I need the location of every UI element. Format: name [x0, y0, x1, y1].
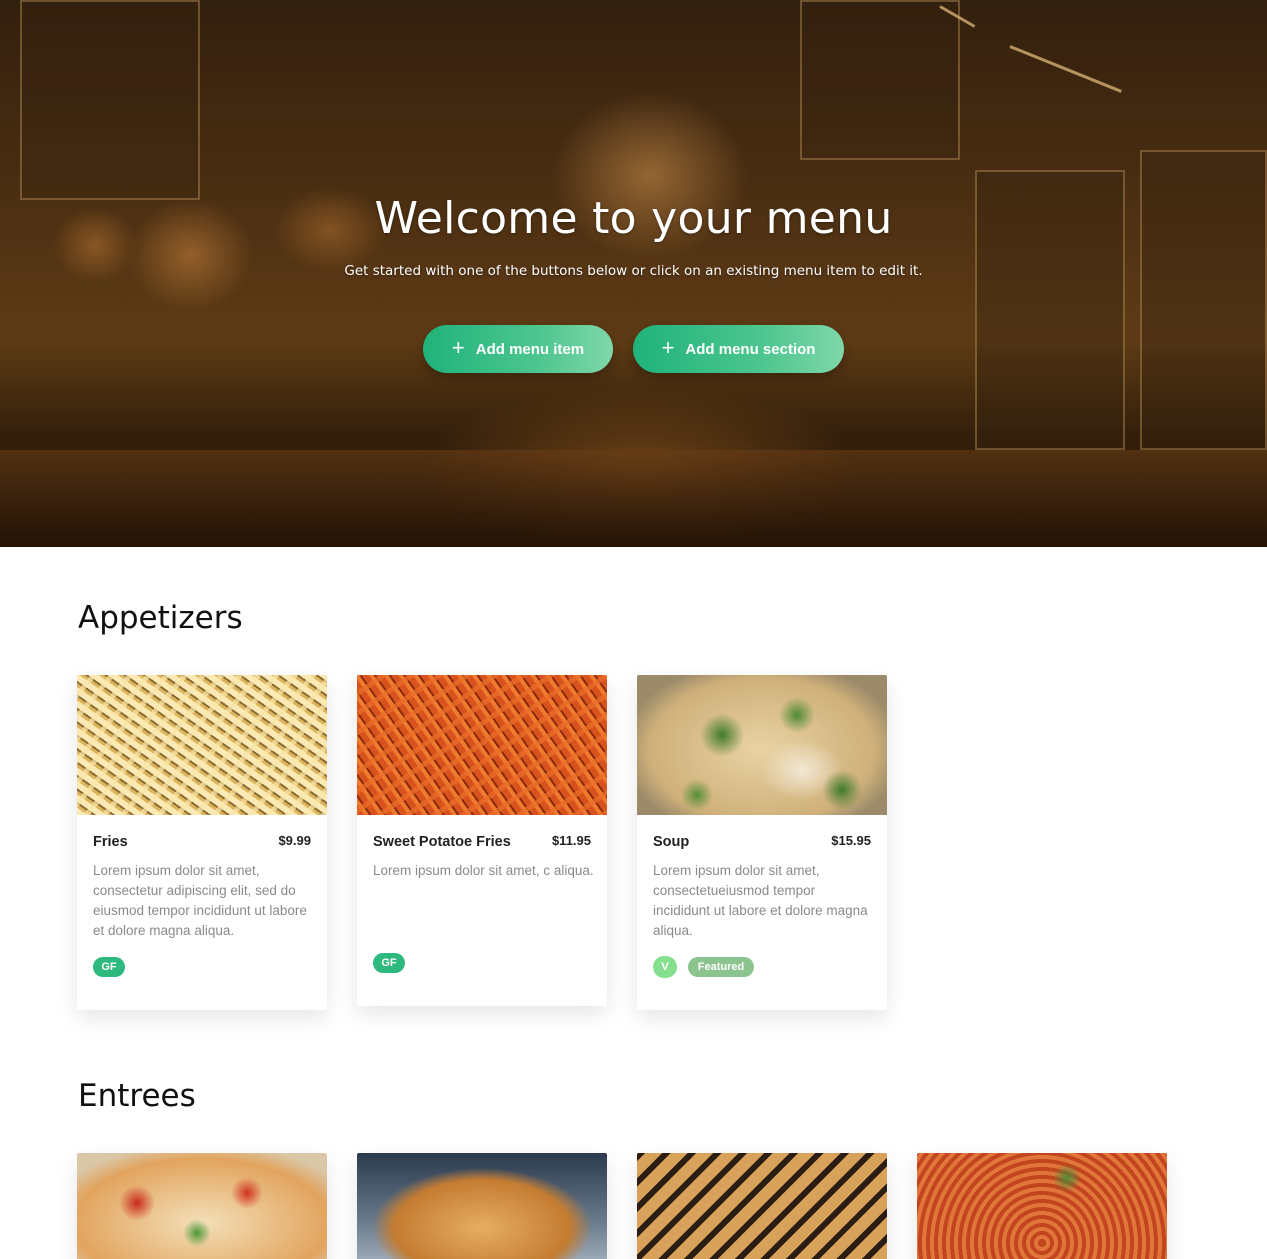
menu-item-image — [77, 675, 327, 815]
menu-item-description: Lorem ipsum dolor sit amet, consectetuei… — [653, 863, 868, 938]
tag-gluten-free: GF — [373, 953, 405, 973]
menu-item-image — [357, 1153, 607, 1259]
tag-vegetarian: V — [653, 956, 677, 978]
add-menu-section-label: Add menu section — [685, 340, 816, 358]
menu-item-price: $15.95 — [831, 833, 871, 848]
menu-item-name: Soup — [653, 834, 690, 850]
menu-item-card-fries[interactable]: Fries $9.99 Lorem ipsum dolor sit amet, … — [77, 675, 327, 1010]
menu-item-card-entree[interactable] — [917, 1153, 1167, 1259]
menu-item-card-entree[interactable] — [77, 1153, 327, 1259]
menu-item-name: Sweet Potatoe Fries — [373, 834, 511, 850]
menu-item-price: $9.99 — [278, 833, 311, 848]
menu-item-image — [77, 1153, 327, 1259]
menu-item-name: Fries — [93, 834, 128, 850]
menu-item-description: Lorem ipsum dolor sit amet, consectetur … — [93, 863, 307, 938]
menu-item-card-entree[interactable] — [637, 1153, 887, 1259]
menu-item-image — [637, 1153, 887, 1259]
hero-banner: Welcome to your menu Get started with on… — [0, 0, 1267, 547]
plus-icon: + — [451, 335, 465, 360]
plus-icon: + — [661, 335, 675, 360]
add-menu-section-button[interactable]: + Add menu section — [633, 325, 844, 373]
menu-item-image — [917, 1153, 1167, 1259]
menu-item-image — [637, 675, 887, 815]
hero-subtitle: Get started with one of the buttons belo… — [344, 263, 923, 279]
menu-item-image — [357, 675, 607, 815]
section-title-entrees: Entrees — [78, 1078, 196, 1114]
tag-gluten-free: GF — [93, 957, 125, 977]
menu-item-card-soup[interactable]: Soup $15.95 Lorem ipsum dolor sit amet, … — [637, 675, 887, 1010]
menu-item-card-sweet-potatoe-fries[interactable]: Sweet Potatoe Fries $11.95 Lorem ipsum d… — [357, 675, 607, 1006]
hero-title: Welcome to your menu — [374, 193, 893, 244]
menu-item-card-entree[interactable] — [357, 1153, 607, 1259]
tag-featured: Featured — [688, 957, 754, 977]
menu-item-price: $11.95 — [551, 833, 591, 848]
menu-item-description: Lorem ipsum dolor sit amet, c aliqua. — [373, 863, 594, 878]
section-title-appetizers: Appetizers — [78, 600, 243, 636]
add-menu-item-label: Add menu item — [475, 340, 585, 358]
add-menu-item-button[interactable]: + Add menu item — [423, 325, 613, 373]
